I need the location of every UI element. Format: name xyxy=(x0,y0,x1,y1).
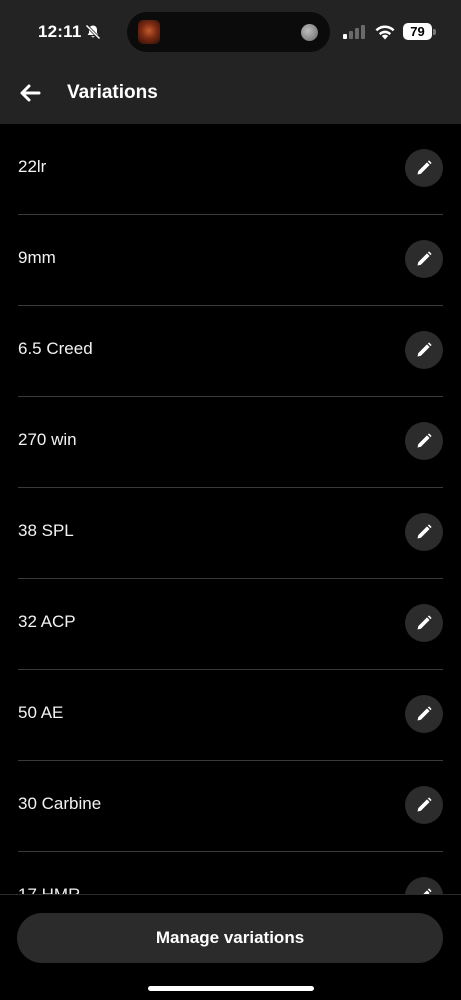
manage-variations-button[interactable]: Manage variations xyxy=(17,913,443,963)
pencil-icon xyxy=(417,433,432,448)
edit-variation-button[interactable] xyxy=(405,877,443,894)
pencil-icon xyxy=(417,797,432,812)
edit-variation-button[interactable] xyxy=(405,695,443,733)
variation-row[interactable]: 22lr xyxy=(0,124,461,215)
bottom-bar: Manage variations xyxy=(0,894,461,1000)
dynamic-island xyxy=(127,12,330,52)
variation-label: 22lr xyxy=(18,157,47,176)
wifi-icon xyxy=(375,25,395,40)
pencil-icon xyxy=(417,524,432,539)
variation-label: 270 win xyxy=(18,430,77,449)
edit-variation-button[interactable] xyxy=(405,149,443,187)
variation-row[interactable]: 30 Carbine xyxy=(0,761,461,852)
page-title: Variations xyxy=(67,82,158,103)
edit-variation-button[interactable] xyxy=(405,604,443,642)
edit-variation-button[interactable] xyxy=(405,240,443,278)
edit-variation-button[interactable] xyxy=(405,331,443,369)
variation-label: 30 Carbine xyxy=(18,794,102,813)
variation-row[interactable]: 17 HMR xyxy=(0,852,461,894)
now-playing-app-icon xyxy=(138,20,160,44)
top-bar: 12:11 79 Variations xyxy=(0,0,461,124)
variation-row[interactable]: 32 ACP xyxy=(0,579,461,670)
activity-indicator-icon xyxy=(301,24,318,41)
variation-label: 38 SPL xyxy=(18,521,74,540)
status-time: 12:11 xyxy=(38,22,82,41)
variation-label: 32 ACP xyxy=(18,612,76,631)
pencil-icon xyxy=(417,251,432,266)
pencil-icon xyxy=(417,160,432,175)
pencil-icon xyxy=(417,706,432,721)
bell-slash-icon xyxy=(85,24,101,40)
variation-row[interactable]: 50 AE xyxy=(0,670,461,761)
home-indicator[interactable] xyxy=(148,986,314,991)
arrow-left-icon[interactable] xyxy=(14,77,46,109)
variation-row[interactable]: 9mm xyxy=(0,215,461,306)
variation-label: 6.5 Creed xyxy=(18,339,93,358)
variation-label: 17 HMR xyxy=(18,885,80,894)
edit-variation-button[interactable] xyxy=(405,513,443,551)
edit-variation-button[interactable] xyxy=(405,422,443,460)
variation-label: 9mm xyxy=(18,248,56,267)
pencil-icon xyxy=(417,342,432,357)
variation-row[interactable]: 270 win xyxy=(0,397,461,488)
variation-row[interactable]: 6.5 Creed xyxy=(0,306,461,397)
pencil-icon xyxy=(417,615,432,630)
edit-variation-button[interactable] xyxy=(405,786,443,824)
battery-level: 79 xyxy=(403,23,432,40)
battery-icon: 79 xyxy=(403,23,436,40)
variation-label: 50 AE xyxy=(18,703,64,722)
variations-list[interactable]: 22lr 9mm 6.5 Creed 270 win 38 SPL 32 ACP xyxy=(0,124,461,894)
variation-row[interactable]: 38 SPL xyxy=(0,488,461,579)
signal-icon xyxy=(343,25,367,39)
